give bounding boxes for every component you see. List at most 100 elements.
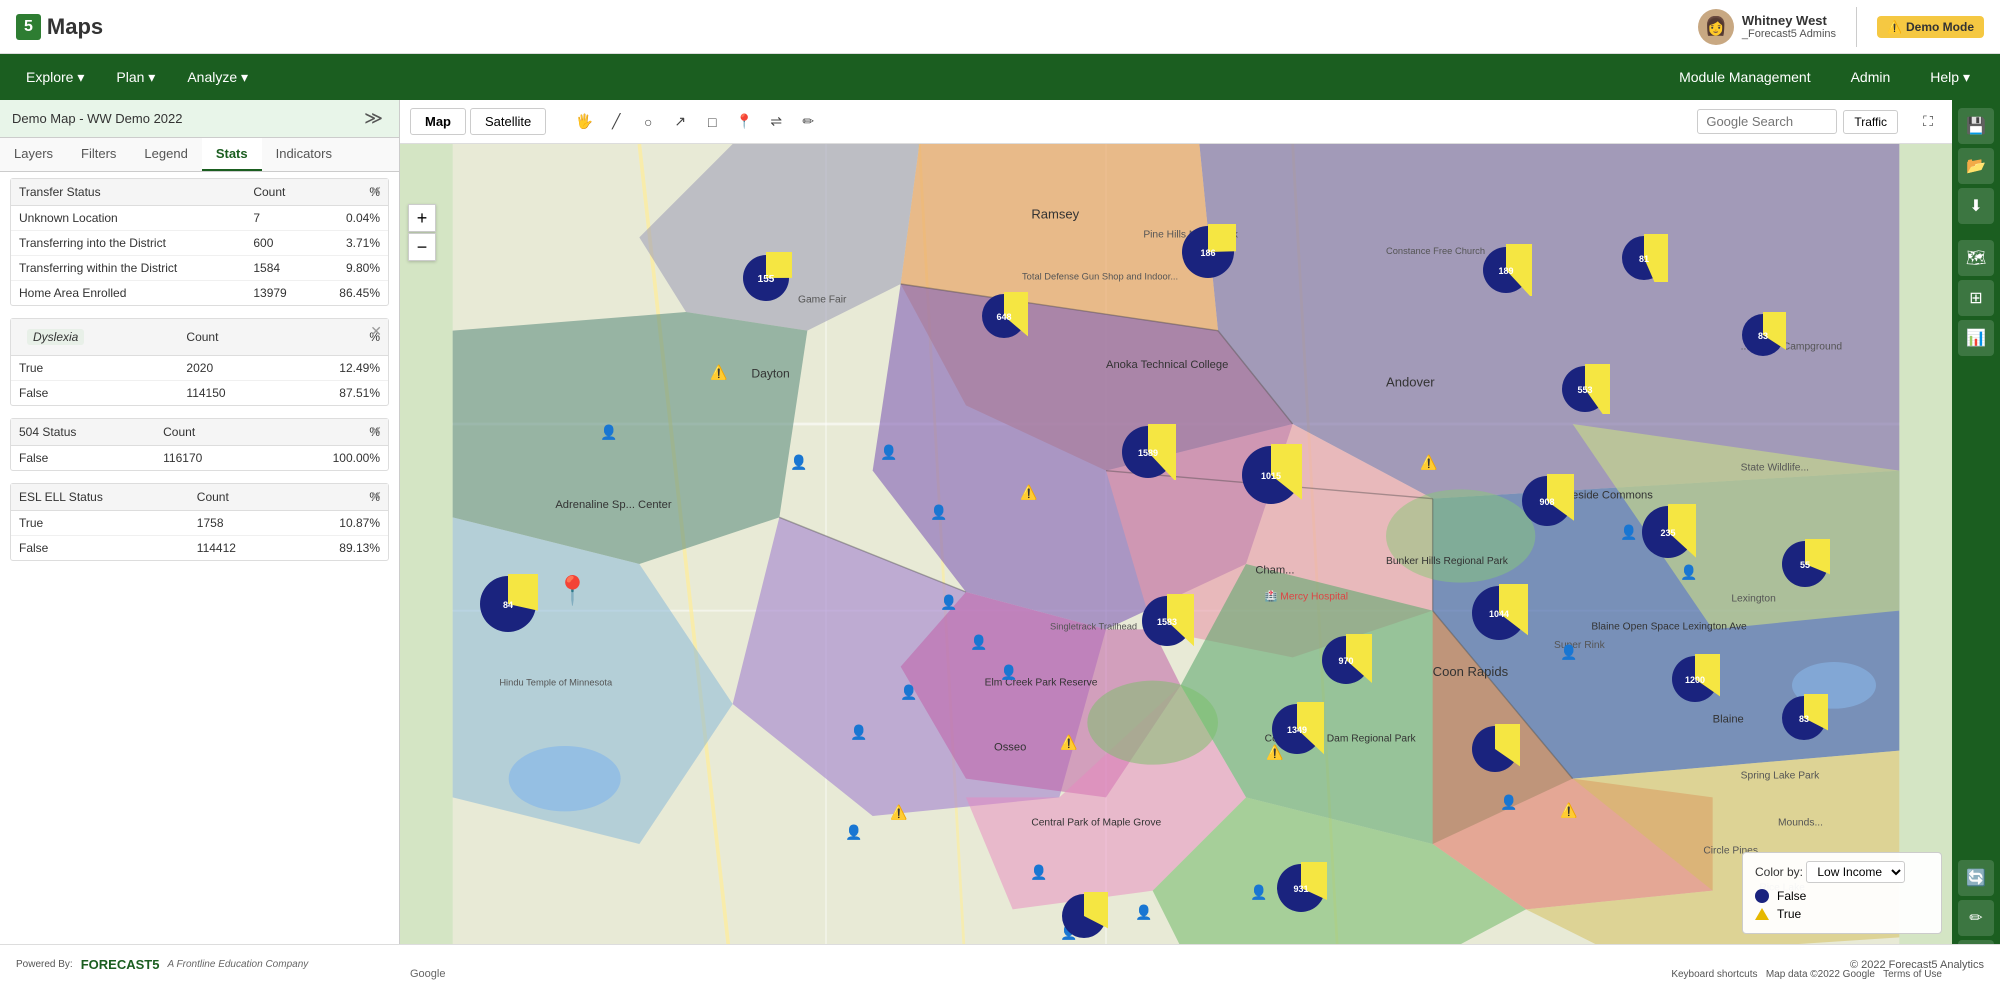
sidebar-close-btn[interactable]: ≫ [360,108,387,129]
svg-text:1015: 1015 [1261,471,1281,481]
edit-btn[interactable]: ✏ [1958,900,1994,936]
map-marker-person: 👤 [1000,664,1017,681]
footer-brand: FORECAST5 [81,957,160,972]
tab-filters[interactable]: Filters [67,138,130,171]
svg-text:81: 81 [1639,254,1649,264]
main-layout: Demo Map - WW Demo 2022 ≫ Layers Filters… [0,100,2000,984]
row-name: False [11,536,189,561]
section-close-504[interactable]: ✕ [370,423,382,440]
export-btn[interactable]: ⬇ [1958,188,1994,224]
map-type-map[interactable]: Map [410,108,466,135]
logo: 5 Maps [16,14,103,40]
svg-text:Hindu Temple of Minnesota: Hindu Temple of Minnesota [499,677,613,687]
svg-text:State Wildlife...: State Wildlife... [1741,463,1809,474]
section-close-esl[interactable]: ✕ [370,488,382,505]
plan-menu[interactable]: Plan ▾ [102,61,169,94]
map-view-btn[interactable]: 🗺 [1958,240,1994,276]
row-count: 114412 [189,536,287,561]
map-marker-person: 👤 [1680,564,1697,581]
zoom-out-btn[interactable]: − [408,233,436,261]
chart-view-btn[interactable]: 📊 [1958,320,1994,356]
admin-btn[interactable]: Admin [1833,61,1909,93]
marker-tool-icon[interactable]: 📍 [730,108,758,136]
green-nav: Explore ▾ Plan ▾ Analyze ▾ Module Manage… [0,54,2000,100]
fullscreen-icon[interactable]: ⛶ [1914,108,1942,136]
help-menu[interactable]: Help ▾ [1912,61,1988,94]
legend-false-label: False [1777,889,1806,903]
zoom-in-btn[interactable]: + [408,204,436,232]
tab-indicators[interactable]: Indicators [262,138,346,171]
svg-text:Central Park of Maple Grove: Central Park of Maple Grove [1031,817,1161,828]
open-btn[interactable]: 📂 [1958,148,1994,184]
map-type-satellite[interactable]: Satellite [470,108,546,135]
svg-text:1044: 1044 [1489,609,1509,619]
dyslexia-table: Dyslexia Count % True 2020 12.49% False [11,319,388,405]
map-marker-person: 👤 [930,504,947,521]
svg-text:Dayton: Dayton [751,366,789,380]
pie-chart-11: 235 [1640,504,1696,560]
pie-chart-7: 553 [1560,364,1610,414]
stat-section-transfer: ✕ Transfer Status Count % Unknown Locati… [10,178,389,306]
map-search-input[interactable] [1697,109,1837,134]
explore-menu[interactable]: Explore ▾ [12,61,98,94]
svg-text:Cham...: Cham... [1255,564,1294,576]
row-pct: 9.80% [312,256,388,281]
arrow-tool-icon[interactable]: ↗ [666,108,694,136]
tab-layers[interactable]: Layers [0,138,67,171]
map-marker-person: 👤 [600,424,617,441]
google-logo: Google [410,968,445,980]
warning-icon: ⚠️ [1887,20,1902,34]
section-close-dyslexia[interactable]: ✕ [370,323,382,340]
refresh-btn[interactable]: 🔄 [1958,860,1994,896]
square-tool-icon[interactable]: □ [698,108,726,136]
row-count: 2020 [178,356,281,381]
pie-chart-14: 1044 [1470,584,1528,642]
row-count: 13979 [245,281,311,306]
traffic-btn[interactable]: Traffic [1843,110,1898,134]
circle-tool-icon[interactable]: ○ [634,108,662,136]
pie-chart-20 [1470,724,1520,774]
svg-text:Game Fair: Game Fair [798,295,847,306]
row-count: 600 [245,231,311,256]
dyslexia-label: Dyslexia [27,329,84,345]
status-504-table: 504 Status Count % False 116170 100.00% [11,419,388,470]
row-name: Home Area Enrolled [11,281,245,306]
svg-text:Blaine: Blaine [1713,714,1744,726]
analyze-menu[interactable]: Analyze ▾ [173,61,262,94]
svg-text:Ramsey: Ramsey [1031,207,1079,222]
map-marker-person: 👤 [970,634,987,651]
esl-col-label: ESL ELL Status [11,484,189,511]
save-btn[interactable]: 💾 [1958,108,1994,144]
module-management-btn[interactable]: Module Management [1661,61,1829,93]
hand-tool-icon[interactable]: 🖐 [570,108,598,136]
svg-text:648: 648 [996,312,1011,322]
map-copyright: Keyboard shortcuts Map data ©2022 Google… [1671,969,1942,980]
svg-text:1200: 1200 [1685,675,1705,685]
row-name: Transferring within the District [11,256,245,281]
map-svg: Ramsey Dayton Anoka Technical College An… [400,144,1952,984]
svg-text:970: 970 [1338,656,1353,666]
pie-chart-4: 189 [1480,244,1532,296]
svg-text:Osseo: Osseo [994,742,1026,754]
map-marker-person: 👤 [845,824,862,841]
map-marker-person: 👤 [790,454,807,471]
row-name: True [11,356,178,381]
pie-chart-13: 84 [478,574,538,634]
svg-text:553: 553 [1577,385,1592,395]
tab-legend[interactable]: Legend [130,138,201,171]
color-by-select[interactable]: Low Income [1806,861,1905,883]
svg-text:Total Defense Gun Shop and Ind: Total Defense Gun Shop and Indoor... [1022,271,1178,281]
legend-true-icon [1755,908,1769,920]
edit-tool-icon[interactable]: ✏ [794,108,822,136]
map-toolbar: Map Satellite 🖐 ╱ ○ ↗ □ 📍 ⇌ ✏ Traffic ⛶ [400,100,1952,144]
pie-chart-15: 1583 [1140,594,1194,648]
legend-true-label: True [1777,907,1801,921]
section-close-transfer[interactable]: ✕ [370,183,382,200]
map-marker-yellow: ⚠️ [1020,484,1037,501]
grid-view-btn[interactable]: ⊞ [1958,280,1994,316]
line-tool-icon[interactable]: ╱ [602,108,630,136]
row-pct: 89.13% [287,536,388,561]
divider [1856,7,1857,47]
route-tool-icon[interactable]: ⇌ [762,108,790,136]
tab-stats[interactable]: Stats [202,138,262,171]
